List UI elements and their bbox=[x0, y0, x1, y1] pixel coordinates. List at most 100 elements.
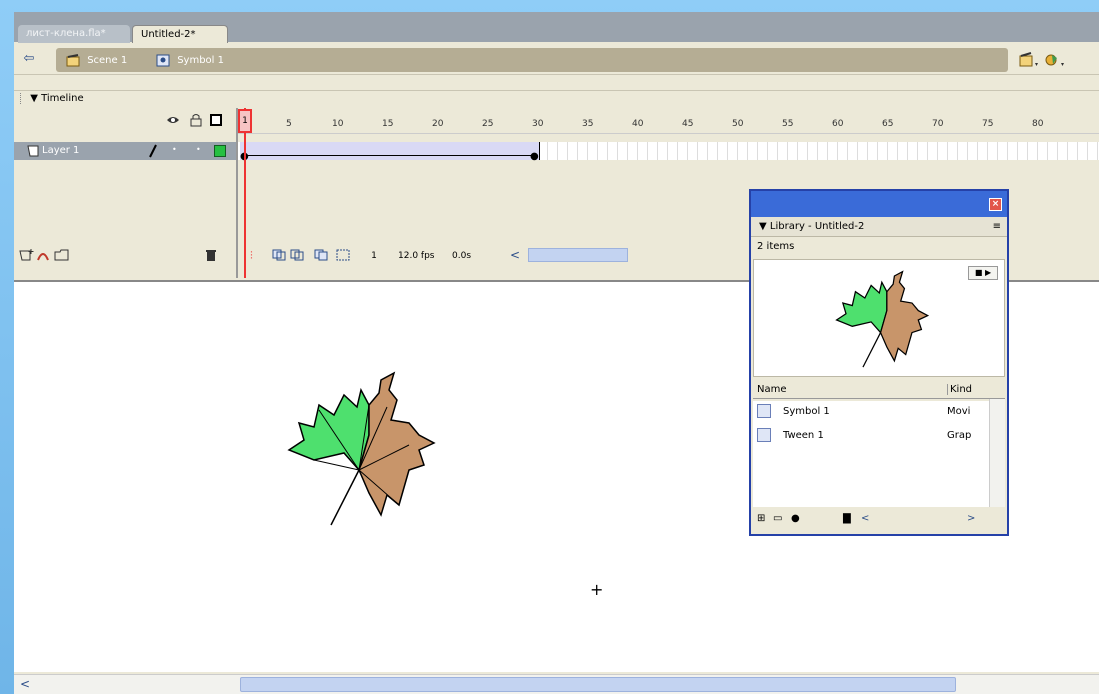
visibility-dot[interactable]: • bbox=[172, 145, 177, 154]
item-name: Symbol 1 bbox=[783, 406, 830, 417]
back-arrow-icon[interactable]: ⇦ bbox=[20, 51, 38, 67]
column-name-header[interactable]: Name bbox=[757, 384, 787, 395]
ruler-tick-label: 75 bbox=[982, 119, 994, 129]
layer-toolbar bbox=[14, 244, 236, 268]
item-kind: Grap bbox=[947, 430, 972, 441]
graphic-symbol-icon bbox=[757, 428, 771, 442]
scroll-left-arrow[interactable]: < bbox=[20, 677, 30, 691]
library-vertical-scrollbar[interactable] bbox=[989, 399, 1005, 507]
edit-symbol-icon[interactable] bbox=[1044, 52, 1066, 68]
properties-icon[interactable]: ● bbox=[791, 513, 800, 524]
pencil-icon bbox=[148, 144, 158, 161]
current-frame-readout: 1 bbox=[371, 251, 377, 261]
ruler-tick-label: 25 bbox=[482, 119, 494, 129]
lock-icon[interactable] bbox=[190, 113, 202, 130]
onion-skin-icon[interactable] bbox=[272, 249, 286, 264]
library-titlebar[interactable]: × bbox=[751, 191, 1007, 217]
frame-ruler[interactable]: 5 10 15 20 25 30 35 40 45 50 55 60 65 70… bbox=[238, 108, 1099, 134]
scroll-left-arrow[interactable]: < bbox=[861, 513, 869, 524]
library-panel: × ▼ Library - Untitled-2 ≡ 2 items ■ ▶ N… bbox=[749, 189, 1009, 536]
frame-rate-readout: 12.0 fps bbox=[398, 251, 435, 261]
tab-document-2[interactable]: Untitled-2* bbox=[132, 25, 228, 43]
layer-color-swatch[interactable] bbox=[214, 145, 226, 157]
timeline-title: Timeline bbox=[41, 93, 84, 104]
layer-icon bbox=[26, 144, 40, 161]
ruler-tick-label: 30 bbox=[532, 119, 544, 129]
add-motion-guide-icon[interactable] bbox=[36, 248, 50, 265]
new-symbol-icon[interactable]: ⊞ bbox=[757, 513, 765, 524]
elapsed-time-readout: 0.0s bbox=[452, 251, 472, 261]
layer-row[interactable]: Layer 1 • • bbox=[14, 142, 236, 160]
ruler-tick-label: 10 bbox=[332, 119, 344, 129]
breadcrumb-scene[interactable]: Scene 1 bbox=[66, 53, 127, 68]
center-frame-icon[interactable]: ⫶ bbox=[250, 249, 253, 263]
modify-onion-markers-icon[interactable] bbox=[336, 249, 350, 264]
ruler-tick-label: 55 bbox=[782, 119, 794, 129]
library-column-headers: Name Kind bbox=[753, 381, 1005, 399]
movieclip-symbol-icon bbox=[757, 404, 771, 418]
ruler-tick-label: 40 bbox=[632, 119, 644, 129]
item-name: Tween 1 bbox=[783, 430, 824, 441]
ruler-tick-label: 65 bbox=[882, 119, 894, 129]
ruler-tick-label: 60 bbox=[832, 119, 844, 129]
library-item-count: 2 items bbox=[757, 241, 795, 252]
onion-skin-outlines-icon[interactable] bbox=[290, 249, 304, 264]
layer-column-icons bbox=[14, 108, 236, 134]
edit-multiple-frames-icon[interactable] bbox=[314, 249, 328, 264]
insert-folder-icon[interactable] bbox=[54, 248, 70, 265]
scroll-left-arrow[interactable]: < bbox=[510, 248, 520, 262]
trash-icon[interactable] bbox=[204, 248, 218, 265]
scrollbar-thumb[interactable] bbox=[240, 677, 956, 692]
breadcrumb: Scene 1 Symbol 1 bbox=[56, 48, 1008, 72]
preview-leaf-graphic bbox=[835, 270, 930, 368]
ruler-tick-label: 45 bbox=[682, 119, 694, 129]
ruler-tick-label: 15 bbox=[382, 119, 394, 129]
eye-icon[interactable] bbox=[166, 114, 180, 129]
library-header[interactable]: ▼ Library - Untitled-2 ≡ bbox=[751, 217, 1007, 237]
flash-window: лист-клена.fla* Untitled-2* ⇦ Scene 1 Sy… bbox=[14, 12, 1099, 694]
edit-scene-icon[interactable] bbox=[1018, 52, 1040, 68]
ruler-tick-label: 20 bbox=[432, 119, 444, 129]
maple-leaf-graphic[interactable] bbox=[269, 365, 444, 535]
layer-name: Layer 1 bbox=[42, 145, 80, 156]
library-title: Library - Untitled-2 bbox=[769, 221, 865, 232]
frames-row[interactable]: ● ● bbox=[238, 142, 1099, 162]
playhead-handle[interactable]: 1 bbox=[238, 109, 252, 133]
timeline-scrollbar-thumb[interactable] bbox=[528, 248, 628, 262]
tab-document-1[interactable]: лист-клена.fla* bbox=[18, 25, 130, 43]
edit-bar: ⇦ Scene 1 Symbol 1 bbox=[14, 43, 1099, 75]
tab-label: лист-клена.fla* bbox=[26, 28, 106, 39]
registration-point: + bbox=[590, 580, 604, 599]
panel-grip[interactable] bbox=[20, 92, 23, 104]
column-kind-header[interactable]: Kind bbox=[947, 384, 972, 395]
timeline-panel-header[interactable]: ▼ Timeline bbox=[14, 90, 1099, 106]
outline-icon[interactable] bbox=[210, 113, 222, 130]
library-item-list: Symbol 1 Movi Tween 1 Grap bbox=[753, 401, 989, 507]
stage-horizontal-scrollbar[interactable]: < bbox=[14, 674, 1099, 694]
ruler-tick-label: 80 bbox=[1032, 119, 1044, 129]
library-item[interactable]: Symbol 1 Movi bbox=[753, 401, 989, 423]
delete-icon[interactable]: ▇ bbox=[843, 513, 851, 524]
library-footer: ⊞ ▭ ● ▇ < > bbox=[753, 511, 1005, 531]
collapse-arrow-icon[interactable]: ▼ bbox=[30, 93, 38, 104]
breadcrumb-label: Symbol 1 bbox=[177, 55, 224, 66]
close-icon[interactable]: × bbox=[989, 198, 1002, 211]
motion-tween-span[interactable]: ● ● bbox=[240, 142, 540, 162]
end-keyframe[interactable]: ● bbox=[530, 151, 539, 162]
new-folder-icon[interactable]: ▭ bbox=[773, 513, 782, 524]
tab-label: Untitled-2* bbox=[141, 29, 196, 40]
insert-layer-icon[interactable] bbox=[18, 248, 34, 265]
breadcrumb-symbol[interactable]: Symbol 1 bbox=[156, 53, 224, 68]
scene-icon bbox=[66, 53, 80, 67]
panel-menu-icon[interactable]: ≡ bbox=[993, 217, 1001, 237]
scroll-right-arrow[interactable]: > bbox=[967, 513, 975, 524]
lock-dot[interactable]: • bbox=[196, 145, 201, 154]
timeline-layers: Layer 1 • • bbox=[14, 108, 236, 278]
ruler-tick-label: 35 bbox=[582, 119, 594, 129]
item-kind: Movi bbox=[947, 406, 971, 417]
collapse-arrow-icon[interactable]: ▼ bbox=[759, 221, 767, 232]
document-tabbar: лист-клена.fla* Untitled-2* bbox=[14, 12, 1099, 43]
library-item[interactable]: Tween 1 Grap bbox=[753, 425, 989, 447]
play-icon[interactable]: ■ ▶ bbox=[968, 266, 998, 280]
ruler-tick-label: 70 bbox=[932, 119, 944, 129]
